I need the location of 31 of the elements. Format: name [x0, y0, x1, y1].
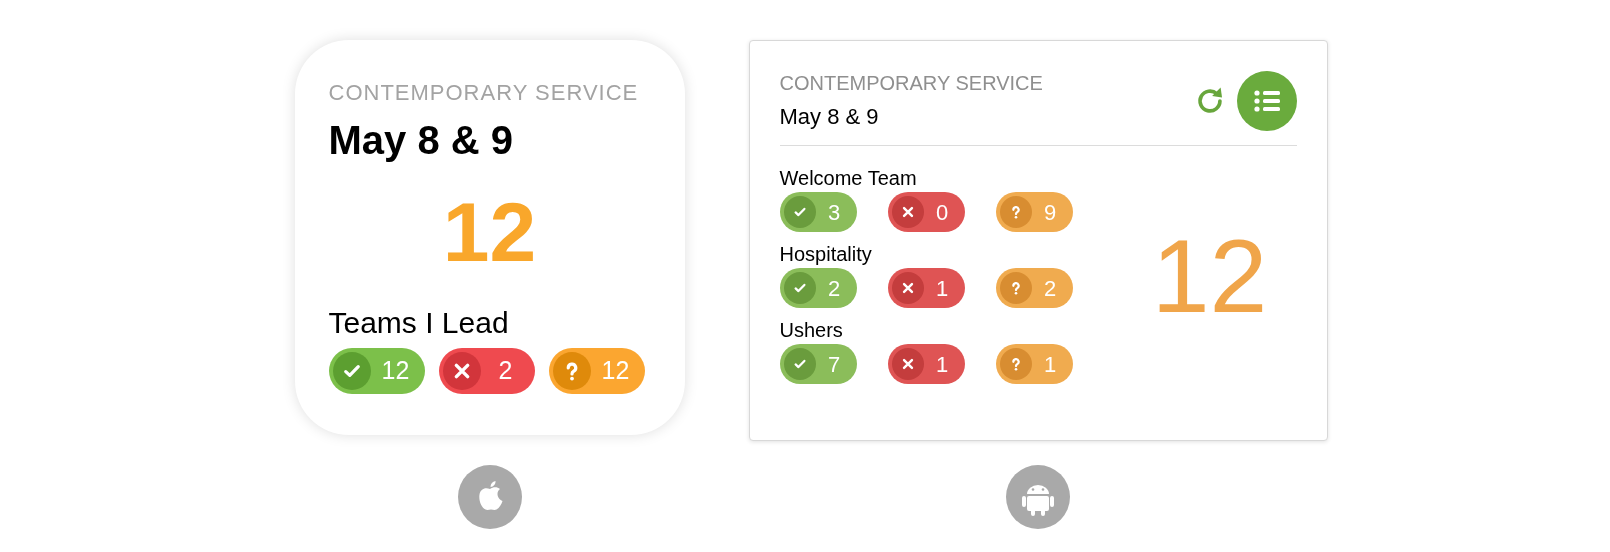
pending-count-pill: 12 — [548, 348, 645, 394]
declined-count-pill: 1 — [887, 268, 965, 308]
android-icon — [1006, 465, 1070, 529]
close-icon — [900, 281, 915, 295]
pending-count-pill: 9 — [995, 192, 1073, 232]
declined-count-pill: 1 — [887, 344, 965, 384]
apple-icon — [457, 465, 522, 529]
widget-eyebrow: CONTEMPORARY SERVICE — [779, 73, 1043, 93]
accepted-count-pill: 7 — [779, 344, 857, 384]
close-icon — [900, 357, 915, 371]
pending-count-pill: 1 — [995, 344, 1073, 384]
check-icon — [792, 281, 807, 295]
team-name: Hospitality — [779, 244, 873, 264]
pending-count-pill: 2 — [995, 268, 1073, 308]
accepted-count-pill: 3 — [779, 192, 857, 232]
section-title: Teams I Lead — [328, 308, 510, 338]
accepted-count-pill: 2 — [779, 268, 857, 308]
close-icon — [900, 205, 915, 219]
widget-title: May 8 & 9 — [328, 120, 515, 160]
check-icon — [792, 205, 807, 219]
total-count: 12 — [1151, 224, 1268, 328]
list-icon — [1252, 89, 1281, 113]
widget-title: May 8 & 9 — [779, 106, 880, 128]
declined-count-pill: 0 — [887, 192, 965, 232]
accepted-count-pill: 12 — [328, 348, 425, 394]
widget-eyebrow: CONTEMPORARY SERVICE — [328, 82, 640, 104]
check-icon — [792, 357, 807, 371]
total-count: 12 — [442, 190, 537, 274]
team-name: Ushers — [779, 320, 844, 340]
declined-count-pill: 2 — [438, 348, 535, 394]
team-name: Welcome Team — [779, 168, 918, 188]
